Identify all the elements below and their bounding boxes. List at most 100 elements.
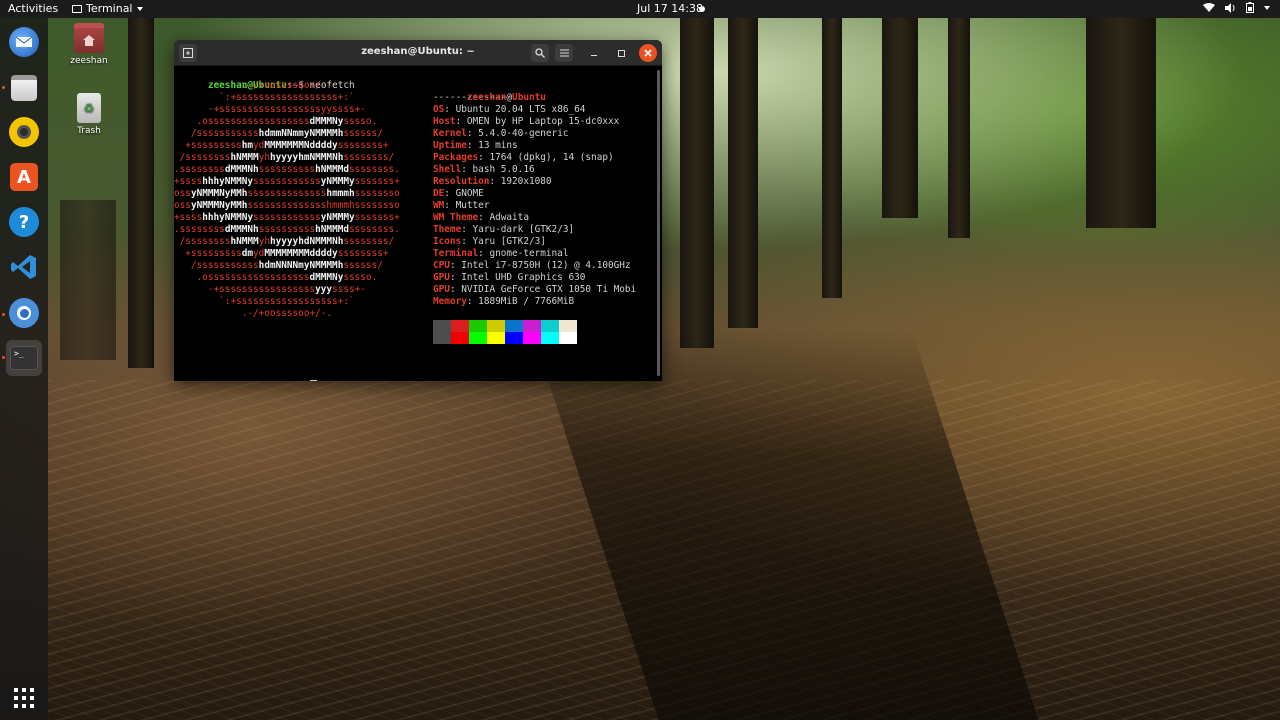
logo-segment: hNMMMd [315,224,350,235]
logo-segment: hNMMM [230,236,259,247]
info-colon: : [449,272,462,283]
dock-item-software[interactable]: A [6,159,42,195]
dock-item-vscode[interactable] [6,249,42,285]
minimize-button[interactable] [585,44,603,62]
info-value: Ubuntu 20.04 LTS x86_64 [455,104,586,115]
info-value: Intel UHD Graphics 630 [461,272,586,283]
info-colon: : [444,104,456,115]
vscode-icon [11,255,36,279]
dock: A ? >_ [0,18,48,720]
info-colon: : [449,260,462,271]
info-line: WM: Mutter [433,200,489,212]
info-key: Shell [433,164,462,175]
logo-segment: sssso. [343,116,378,127]
terminal-window[interactable]: zeeshan@Ubuntu: ~ zeeshan@Ubuntu:~$ neof… [174,40,662,381]
palette-swatch [523,320,541,332]
logo-segment: +sssssssss [174,140,242,151]
info-line: Packages: 1764 (dpkg), 14 (snap) [433,152,614,164]
menu-button[interactable] [555,44,573,62]
search-icon [535,48,545,58]
info-line: Memory: 1889MiB / 7766MiB [433,296,574,308]
terminal-scrollbar[interactable] [657,70,660,376]
info-line: WM Theme: Adwaita [433,212,529,224]
logo-segment: yNMMMNyMMh [190,200,248,211]
info-value: 1920x1080 [500,176,552,187]
logo-segment: .ossssssssssssssssss [174,272,310,283]
terminal-output[interactable]: zeeshan@Ubuntu:~$ neofetch .-/+oossssoo+… [174,68,660,381]
logo-segment: yh [258,236,270,247]
show-apps-button[interactable] [6,680,42,716]
logo-segment: .ssssssss [174,224,225,235]
palette-swatch [469,320,487,332]
info-colon: : [444,200,456,211]
logo-segment: yNMMMy [320,176,355,187]
desktop-icon-home[interactable]: zeeshan [59,23,119,66]
palette-swatch [451,332,469,344]
dock-item-rhythmbox[interactable] [6,114,42,150]
info-key: Resolution [433,176,490,187]
text-cursor [309,380,317,381]
app-menu[interactable]: Terminal [72,2,143,15]
info-colon: : [449,284,462,295]
info-colon: : [478,248,490,259]
tree-trunk [680,18,714,348]
info-value: Adwaita [489,212,529,223]
dock-item-terminal[interactable]: >_ [6,340,42,376]
palette-swatch [487,320,505,332]
info-key: GPU [433,284,450,295]
logo-segment: dMMMNh [224,224,259,235]
tree-trunk [60,200,116,360]
close-icon [644,49,652,57]
info-colon: : [461,236,473,247]
info-line: Host: OMEN by HP Laptop 15-dc0xxx [433,116,619,128]
chromium-icon [9,298,39,328]
show-apps-icon [14,688,34,708]
info-value: Yaru-dark [GTK2/3] [472,224,575,235]
logo-segment: ssssssss. [349,164,400,175]
info-key: GPU [433,272,450,283]
logo-segment: dMMMNy [309,272,344,283]
logo-line: /ssssssssssshdmmNNmmyNMMMMhssssss/ [174,128,383,140]
logo-segment: yNMMMy [320,212,355,223]
logo-segment: ssssssssssss [253,176,321,187]
logo-line: .ossssssssssssssssssdMMMNysssso. [174,116,378,128]
info-line: CPU: Intel i7-8750H (12) @ 4.100GHz [433,260,631,272]
logo-line: -+ssssssssssssssssssyyssss+- [174,104,366,116]
info-line: DE: GNOME [433,188,484,200]
activities-button[interactable]: Activities [8,2,58,15]
info-key: WM Theme [433,212,479,223]
maximize-button[interactable] [612,44,630,62]
terminal-headerbar[interactable]: zeeshan@Ubuntu: ~ [174,40,662,66]
info-key: Terminal [433,248,479,259]
info-line: Icons: Yaru [GTK2/3] [433,236,546,248]
logo-segment: hyyyyhmNMMMNh [269,152,344,163]
logo-line: .ssssssssdMMMNhsssssssssshNMMMdssssssss. [174,224,400,236]
maximize-icon [617,49,625,57]
clock[interactable]: Jul 17 14:38 [637,2,703,15]
desktop-icon-label: Trash [77,126,101,136]
close-button[interactable] [639,44,657,62]
dock-item-help[interactable]: ? [6,204,42,240]
info-value: Intel i7-8750H (12) @ 4.100GHz [461,260,631,271]
info-key: Host [433,116,456,127]
palette-swatch [541,332,559,344]
info-value: bash 5.0.16 [472,164,535,175]
system-tray[interactable] [1203,2,1270,13]
dock-item-chromium[interactable] [6,295,42,331]
logo-segment: .ossssssssssssssssss [174,116,310,127]
volume-icon [1225,2,1235,13]
dock-item-files[interactable] [6,70,42,106]
info-key: CPU [433,260,450,271]
info-value: Mutter [455,200,490,211]
info-key: Packages [433,152,479,163]
logo-segment: ssssssssss [258,224,316,235]
info-key: DE [433,188,445,199]
info-colon: : [466,296,479,307]
logo-segment: yNMMMNyMMh [190,188,248,199]
minimize-icon [591,55,597,56]
search-button[interactable] [531,44,549,62]
info-colon: : [466,128,479,139]
dock-item-thunderbird[interactable] [6,24,42,60]
info-line: Shell: bash 5.0.16 [433,164,535,176]
desktop-icon-trash[interactable]: ♻ Trash [59,93,119,136]
